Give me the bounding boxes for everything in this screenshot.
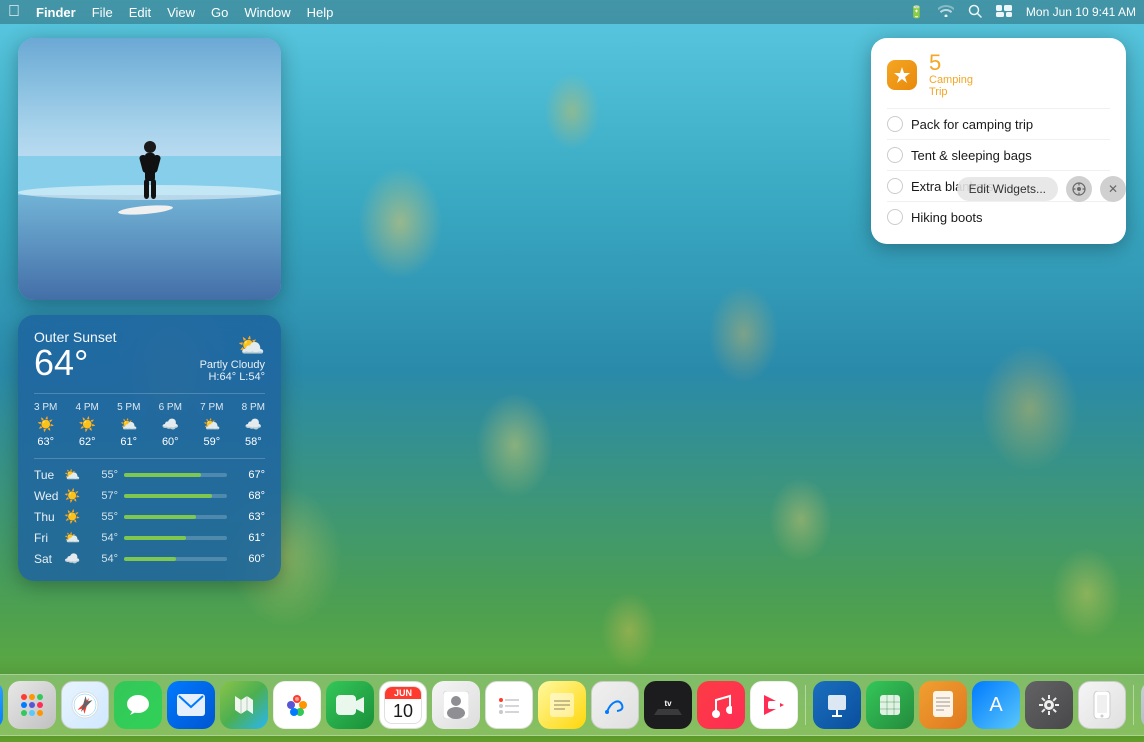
hour-8pm: 8 PM ☁️ 58° xyxy=(242,402,265,448)
help-menu[interactable]: Help xyxy=(307,5,334,20)
dock-messages[interactable] xyxy=(114,681,162,729)
window-menu[interactable]: Window xyxy=(244,5,290,20)
reminder-circle-2[interactable] xyxy=(887,147,903,163)
weather-hourly: 3 PM ☀️ 63° 4 PM ☀️ 62° 5 PM ⛅ 61° 6 PM … xyxy=(34,393,265,448)
apple-menu[interactable]:  xyxy=(8,3,20,21)
reminders-app-icon xyxy=(887,60,917,90)
forecast-tue: Tue ⛅ 55° 67° xyxy=(34,467,265,483)
dock: JUN 10 xyxy=(0,674,1144,736)
dock-freeform[interactable] xyxy=(591,681,639,729)
divider-3 xyxy=(887,170,1110,171)
edit-menu[interactable]: Edit xyxy=(129,5,151,20)
dock-numbers[interactable] xyxy=(866,681,914,729)
wifi-icon xyxy=(938,5,954,20)
photo-widget xyxy=(18,38,281,300)
weather-location: Outer Sunset xyxy=(34,329,117,345)
dock-separator-2 xyxy=(1133,685,1134,725)
dock-contacts[interactable] xyxy=(432,681,480,729)
datetime[interactable]: Mon Jun 10 9:41 AM xyxy=(1026,5,1136,19)
reminder-text-1: Pack for camping trip xyxy=(911,117,1033,132)
edit-widgets-button[interactable]: Edit Widgets... xyxy=(957,177,1058,201)
view-menu[interactable]: View xyxy=(167,5,195,20)
hour-3pm: 3 PM ☀️ 63° xyxy=(34,402,57,448)
reminder-text-4: Hiking boots xyxy=(911,210,983,225)
reminder-circle-4[interactable] xyxy=(887,209,903,225)
reminder-item-1: Pack for camping trip xyxy=(887,111,1110,137)
dock-launchpad[interactable] xyxy=(8,681,56,729)
widget-close-button[interactable]: ✕ xyxy=(1100,176,1126,202)
go-menu[interactable]: Go xyxy=(211,5,228,20)
dock-iphone-mirroring[interactable] xyxy=(1078,681,1126,729)
dock-mail[interactable] xyxy=(167,681,215,729)
app-name-menu[interactable]: Finder xyxy=(36,5,76,20)
dock-appstore[interactable]: A xyxy=(972,681,1020,729)
dock-music[interactable] xyxy=(697,681,745,729)
dock-pages[interactable] xyxy=(919,681,967,729)
hour-4pm: 4 PM ☀️ 62° xyxy=(76,402,99,448)
hour-7pm: 7 PM ⛅ 59° xyxy=(200,402,223,448)
forecast-wed: Wed ☀️ 57° 68° xyxy=(34,488,265,504)
reminders-widget: 5 CampingTrip Pack for camping trip Tent… xyxy=(871,38,1126,244)
dock-appletv[interactable]: tv xyxy=(644,681,692,729)
dock-calendar[interactable]: JUN 10 xyxy=(379,681,427,729)
widget-controls: Edit Widgets... ✕ xyxy=(957,176,1126,202)
dock-keynote[interactable] xyxy=(813,681,861,729)
weather-forecast: Tue ⛅ 55° 67° Wed ☀️ 57° 68° Thu ☀️ 55° … xyxy=(34,458,265,567)
svg-text:tv: tv xyxy=(664,699,672,708)
reminders-list-name: CampingTrip xyxy=(929,74,973,98)
reminders-count-block: 5 CampingTrip xyxy=(929,52,973,98)
dock-separator xyxy=(805,685,806,725)
reminder-text-2: Tent & sleeping bags xyxy=(911,148,1032,163)
dock-reminders[interactable] xyxy=(485,681,533,729)
widget-settings-button[interactable] xyxy=(1066,176,1092,202)
weather-widget: Outer Sunset 64° ⛅ Partly Cloudy H:64° L… xyxy=(18,315,281,581)
reminder-circle-3[interactable] xyxy=(887,178,903,194)
dock-maps[interactable] xyxy=(220,681,268,729)
weather-condition: Partly Cloudy xyxy=(200,359,265,371)
reminders-count: 5 xyxy=(929,52,973,74)
dock-photos[interactable] xyxy=(273,681,321,729)
photo-person xyxy=(139,141,161,206)
weather-temp: 64° xyxy=(34,345,117,381)
dock-finder[interactable] xyxy=(0,681,3,729)
menubar:  Finder File Edit View Go Window Help 🔋 xyxy=(0,0,1144,24)
reminder-circle-1[interactable] xyxy=(887,116,903,132)
file-menu[interactable]: File xyxy=(92,5,113,20)
dock-news[interactable] xyxy=(750,681,798,729)
hour-6pm: 6 PM ☁️ 60° xyxy=(159,402,182,448)
forecast-sat: Sat ☁️ 54° 60° xyxy=(34,551,265,567)
dock-system-preferences[interactable] xyxy=(1025,681,1073,729)
dock-safari[interactable] xyxy=(61,681,109,729)
dock-facetime[interactable] xyxy=(326,681,374,729)
photo-sky xyxy=(18,38,281,156)
weather-hi-lo: H:64° L:54° xyxy=(200,371,265,383)
divider-1 xyxy=(887,108,1110,109)
forecast-fri: Fri ⛅ 54° 61° xyxy=(34,530,265,546)
reminder-item-4: Hiking boots xyxy=(887,204,1110,230)
forecast-thu: Thu ☀️ 55° 63° xyxy=(34,509,265,525)
search-icon[interactable] xyxy=(968,4,982,21)
reminder-item-2: Tent & sleeping bags xyxy=(887,142,1110,168)
svg-text:A: A xyxy=(989,694,1003,716)
hour-5pm: 5 PM ⛅ 61° xyxy=(117,402,140,448)
reminders-header: 5 CampingTrip xyxy=(887,52,1110,98)
battery-icon: 🔋 xyxy=(909,5,924,19)
dock-notes[interactable] xyxy=(538,681,586,729)
divider-2 xyxy=(887,139,1110,140)
control-center-icon[interactable] xyxy=(996,5,1012,20)
